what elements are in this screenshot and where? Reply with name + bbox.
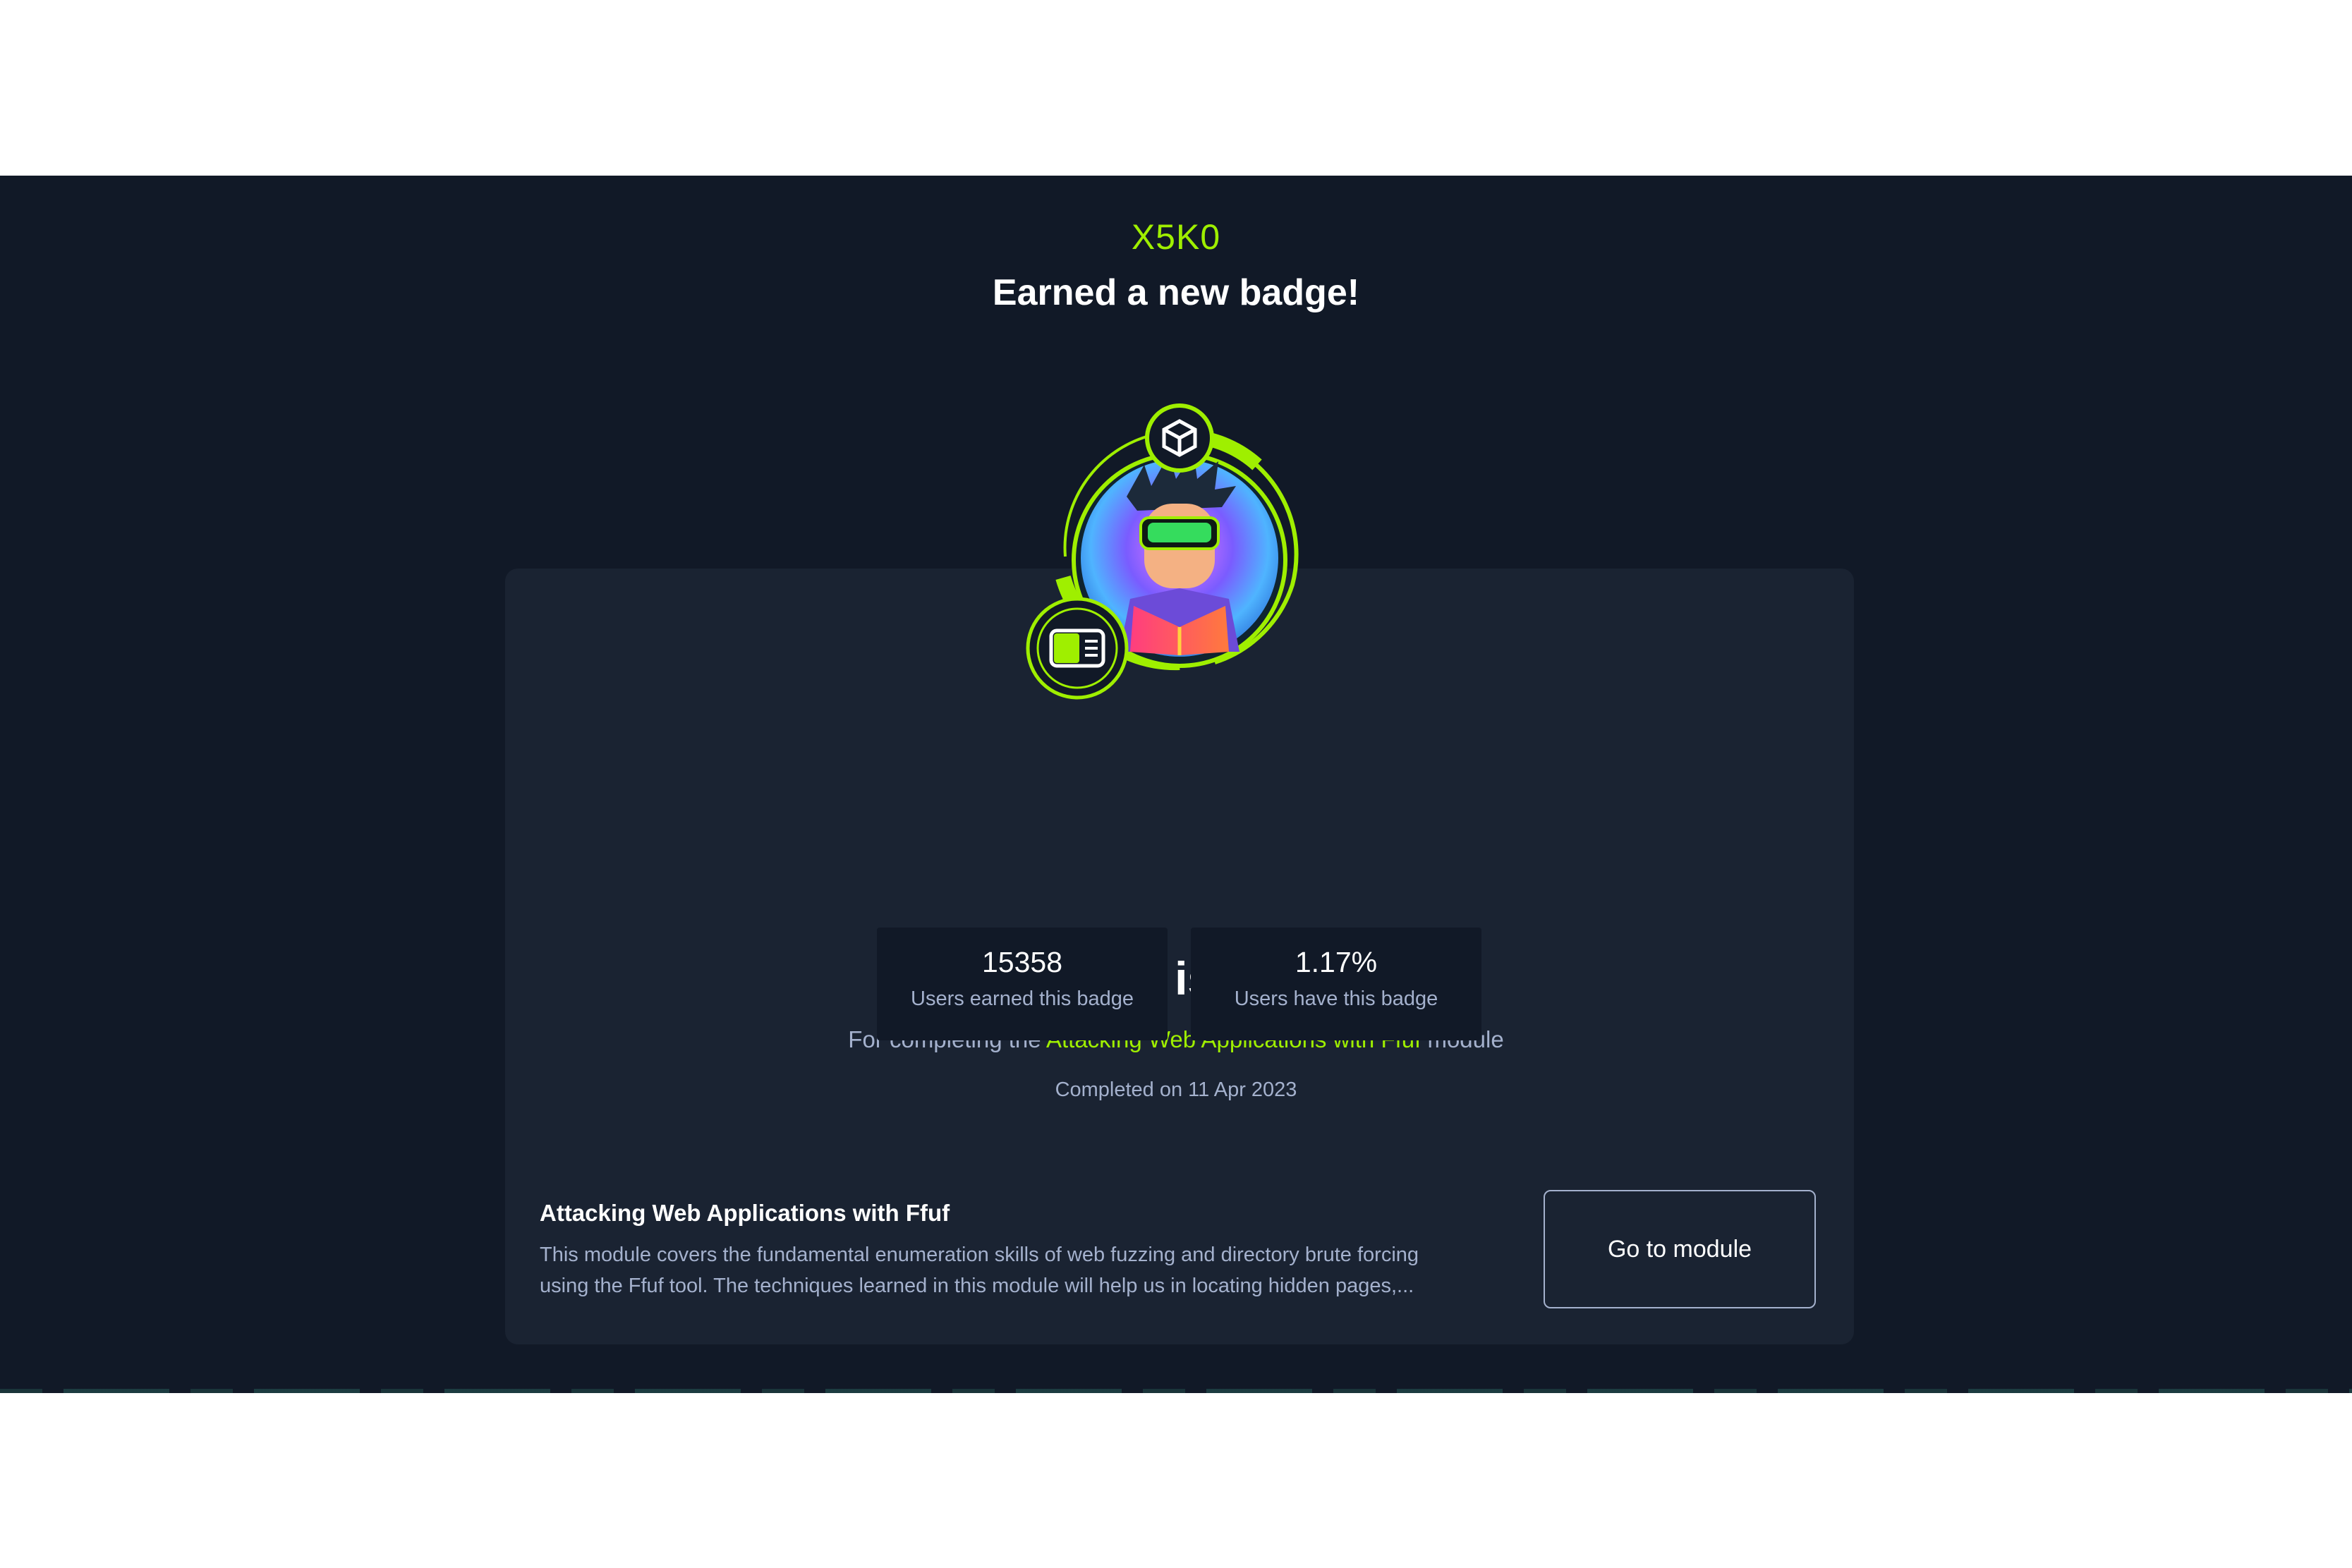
badge-title: Fuzzing is power	[988, 952, 1364, 1004]
headline: Earned a new badge!	[992, 272, 1360, 313]
decorative-strip	[0, 1389, 2352, 1393]
badge-image	[1026, 403, 1299, 700]
username: X5K0	[1131, 217, 1221, 257]
stat-value: 1.17%	[1295, 946, 1378, 978]
module-description: This module covers the fundamental enume…	[540, 1244, 1419, 1297]
module-title: Attacking Web Applications with Ffuf	[540, 1200, 950, 1226]
badge-announcement: X5K0 Earned a new badge! Fuzzing is powe…	[0, 176, 2352, 1393]
go-to-module-button[interactable]: Go to module	[1544, 1190, 1816, 1308]
stat-users-earned: 15358 Users earned this badge	[877, 928, 1168, 1040]
completed-date: Completed on 11 Apr 2023	[1055, 1078, 1297, 1101]
stat-label: Users earned this badge	[911, 987, 1134, 1010]
module-card-icon	[1026, 597, 1129, 700]
stat-value: 15358	[981, 946, 1062, 978]
stat-users-have: 1.17% Users have this badge	[1191, 928, 1481, 1040]
stat-label: Users have this badge	[1234, 987, 1438, 1010]
badge-subtitle: For completing the Attacking Web Applica…	[0, 1026, 2352, 1053]
cube-icon	[1145, 403, 1214, 473]
